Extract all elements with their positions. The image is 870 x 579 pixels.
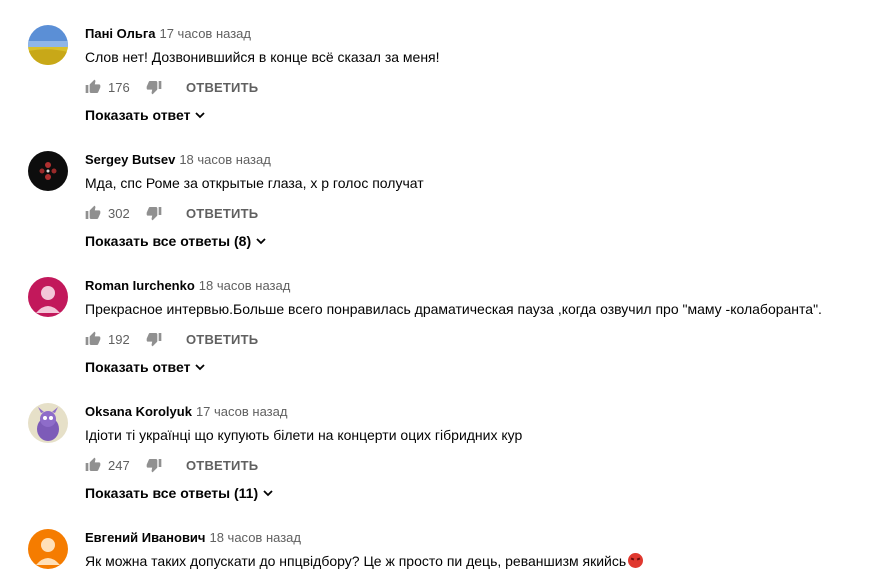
- show-replies-label: Показать ответ: [85, 107, 191, 123]
- avatar[interactable]: [28, 529, 68, 569]
- reply-button[interactable]: ОТВЕТИТЬ: [186, 329, 258, 349]
- author-name[interactable]: Roman Iurchenko: [85, 278, 195, 293]
- show-replies-label: Показать ответ: [85, 359, 191, 375]
- reply-button[interactable]: ОТВЕТИТЬ: [186, 77, 258, 97]
- show-replies-label: Показать все ответы (8): [85, 233, 252, 249]
- like-count: 192: [108, 331, 130, 347]
- dislike-icon[interactable]: [146, 329, 162, 349]
- reply-button[interactable]: ОТВЕТИТЬ: [186, 203, 258, 223]
- reply-button[interactable]: ОТВЕТИТЬ: [186, 455, 258, 475]
- show-replies-button[interactable]: Показать ответ: [85, 105, 206, 125]
- comment-time[interactable]: 18 часов назад: [209, 530, 301, 545]
- comment-text: Мда, спс Роме за открытые глаза, х р гол…: [85, 175, 424, 191]
- comment-text-body: Як можна таких допускати до нпцвідбору? …: [85, 553, 627, 569]
- comment-text: Як можна таких допускати до нпцвідбору? …: [85, 551, 644, 571]
- author-name[interactable]: Sergey Butsev: [85, 152, 175, 167]
- chevron-down-icon: [194, 109, 206, 121]
- avatar[interactable]: [28, 403, 68, 443]
- avatar[interactable]: [28, 151, 68, 191]
- angry-face-icon: [628, 553, 644, 568]
- dislike-icon[interactable]: [146, 455, 162, 475]
- dislike-icon[interactable]: [146, 203, 162, 223]
- author-name[interactable]: Евгений Иванович: [85, 530, 205, 545]
- author-name[interactable]: Oksana Korolyuk: [85, 404, 192, 419]
- comment-time[interactable]: 18 часов назад: [199, 278, 291, 293]
- comment-time[interactable]: 17 часов назад: [159, 26, 251, 41]
- chevron-down-icon: [262, 487, 274, 499]
- like-icon[interactable]: [85, 77, 101, 97]
- chevron-down-icon: [194, 361, 206, 373]
- show-replies-button[interactable]: Показать все ответы (11): [85, 483, 274, 503]
- chevron-down-icon: [255, 235, 267, 247]
- like-count: 176: [108, 79, 130, 95]
- show-replies-label: Показать все ответы (11): [85, 485, 259, 501]
- like-icon[interactable]: [85, 203, 101, 223]
- comment-time[interactable]: 17 часов назад: [196, 404, 288, 419]
- author-name[interactable]: Пані Ольга: [85, 26, 155, 41]
- comment-text: Слов нет! Дозвонившийся в конце всё сказ…: [85, 49, 440, 65]
- like-count: 302: [108, 205, 130, 221]
- avatar[interactable]: [28, 25, 68, 65]
- show-replies-button[interactable]: Показать ответ: [85, 357, 206, 377]
- avatar[interactable]: [28, 277, 68, 317]
- like-icon[interactable]: [85, 455, 101, 475]
- comment-text: Прекрасное интервью.Больше всего понрави…: [85, 301, 822, 317]
- like-count: 247: [108, 457, 130, 473]
- comment-text: Ідіоти ті українці що купують білети на …: [85, 427, 523, 443]
- comment-time[interactable]: 18 часов назад: [179, 152, 271, 167]
- show-replies-button[interactable]: Показать все ответы (8): [85, 231, 267, 251]
- like-icon[interactable]: [85, 329, 101, 349]
- dislike-icon[interactable]: [146, 77, 162, 97]
